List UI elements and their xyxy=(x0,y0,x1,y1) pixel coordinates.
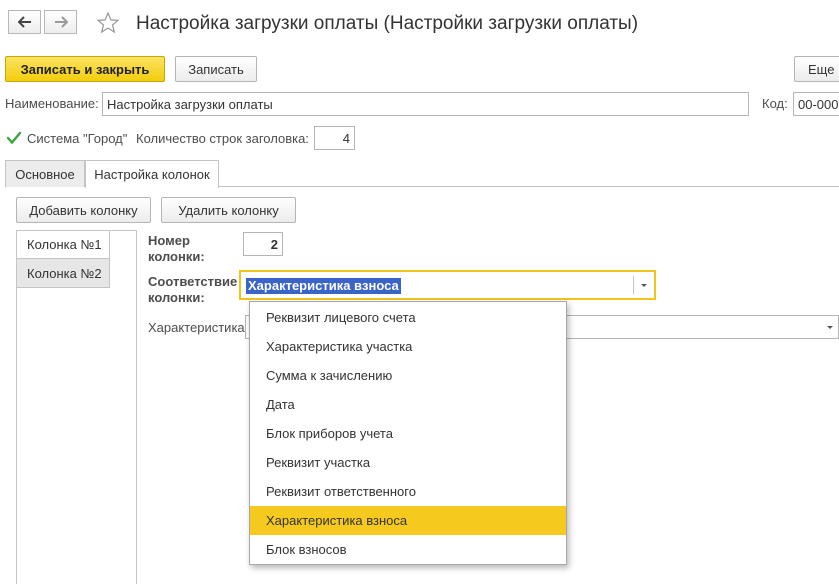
characteristic-label: Характеристика в xyxy=(148,320,256,335)
back-button[interactable] xyxy=(8,10,41,34)
column-number-input[interactable]: 2 xyxy=(243,232,283,256)
dropdown-option[interactable]: Реквизит участка xyxy=(250,448,566,477)
chevron-down-icon[interactable] xyxy=(640,283,648,288)
add-column-button[interactable]: Добавить колонку xyxy=(16,197,151,223)
header-rows-input[interactable]: 4 xyxy=(314,126,355,150)
column-item-1[interactable]: Колонка №1 xyxy=(17,231,110,259)
system-checkbox[interactable] xyxy=(6,130,22,146)
dropdown-option[interactable]: Блок взносов xyxy=(250,535,566,564)
arrow-left-icon xyxy=(17,16,31,28)
dropdown-option-selected[interactable]: Характеристика взноса xyxy=(250,506,566,535)
system-checkbox-label: Система "Город" xyxy=(27,131,128,146)
forward-button[interactable] xyxy=(44,10,77,34)
dropdown-option[interactable]: Реквизит лицевого счета xyxy=(250,303,566,332)
chevron-down-icon[interactable] xyxy=(826,325,834,330)
favorite-star-icon[interactable] xyxy=(96,11,120,35)
columns-list: Колонка №1 Колонка №2 xyxy=(16,230,137,584)
name-input[interactable]: Настройка загрузки оплаты xyxy=(102,92,749,116)
dropdown-option[interactable]: Дата xyxy=(250,390,566,419)
code-label: Код: xyxy=(762,96,788,111)
tab-main[interactable]: Основное xyxy=(5,160,85,187)
column-item-2[interactable]: Колонка №2 xyxy=(17,259,110,288)
delete-column-button[interactable]: Удалить колонку xyxy=(161,197,296,223)
dropdown-option[interactable]: Блок приборов учета xyxy=(250,419,566,448)
match-select-value: Характеристика взноса xyxy=(246,278,401,294)
dropdown-option[interactable]: Характеристика участка xyxy=(250,332,566,361)
checkmark-icon xyxy=(6,131,22,145)
save-and-close-button[interactable]: Записать и закрыть xyxy=(5,56,165,82)
arrow-right-icon xyxy=(54,16,68,28)
select-separator xyxy=(633,276,634,294)
save-button[interactable]: Записать xyxy=(175,56,257,82)
column-number-label: Номер колонки: xyxy=(148,233,205,264)
dropdown-option[interactable]: Сумма к зачислению xyxy=(250,361,566,390)
dropdown-option[interactable]: Реквизит ответственного xyxy=(250,477,566,506)
name-label: Наименование: xyxy=(5,96,99,111)
match-select[interactable]: Характеристика взноса xyxy=(239,270,656,300)
more-button[interactable]: Еще xyxy=(794,56,839,82)
tab-column-settings[interactable]: Настройка колонок xyxy=(85,160,219,188)
match-label: Соответствие колонки: xyxy=(148,274,238,305)
header-rows-label: Количество строк заголовка: xyxy=(136,131,309,146)
match-dropdown-list: Реквизит лицевого счета Характеристика у… xyxy=(249,301,567,565)
page-title: Настройка загрузки оплаты (Настройки заг… xyxy=(136,13,639,34)
code-input[interactable]: 00-0000 xyxy=(793,92,839,116)
